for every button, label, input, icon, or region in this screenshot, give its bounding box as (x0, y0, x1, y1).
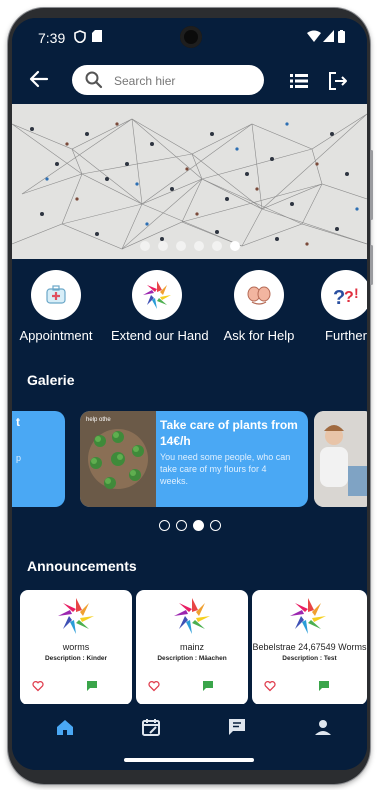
nav-profile[interactable] (312, 716, 334, 738)
gallery-card[interactable]: help othe Take care of plants from 14€/h… (80, 411, 308, 507)
chat-icon[interactable] (202, 680, 214, 692)
announcement-card[interactable]: Bebelstrae 24,67549 Worms Description : … (252, 590, 367, 705)
home-icon (57, 720, 73, 735)
signal-icon (323, 30, 334, 45)
svg-text:!: ! (354, 285, 359, 301)
announcement-description: Description : Test (282, 655, 337, 662)
medical-kit-icon (31, 270, 81, 320)
plants-hands-image: help othe (80, 411, 156, 507)
banner-dot[interactable] (139, 241, 150, 251)
banner-dot[interactable] (193, 241, 204, 251)
app-bar (12, 58, 367, 104)
community-hands-icon (174, 598, 210, 634)
quick-action-further[interactable]: ??! Further (300, 270, 367, 343)
community-hands-icon (290, 598, 326, 634)
volume-button (370, 245, 373, 285)
announcement-description: Description : Kinder (44, 655, 108, 662)
gallery-card[interactable]: t p (12, 411, 65, 507)
gallery-card-title: t (16, 415, 20, 429)
sd-card-icon (92, 30, 102, 45)
heart-icon[interactable] (148, 680, 160, 692)
gallery-card-title: Take care of plants from 14€/h (160, 418, 298, 448)
power-button (370, 150, 373, 220)
message-icon (229, 719, 245, 735)
crowd-network-image (12, 104, 367, 259)
announcements-title: Announcements (27, 558, 137, 574)
gallery-pagination (12, 518, 367, 536)
chat-icon[interactable] (86, 680, 98, 692)
quick-action-label: Further (325, 328, 367, 343)
gallery-dot[interactable] (175, 520, 187, 531)
svg-text:?: ? (344, 289, 354, 306)
bottom-navigation (12, 704, 367, 750)
nav-calendar[interactable] (140, 716, 162, 738)
search-icon (84, 70, 104, 90)
community-hands-icon (58, 598, 94, 634)
shield-icon (74, 30, 86, 46)
hero-banner[interactable] (12, 104, 367, 259)
announcement-name: Bebelstrae 24,67549 Worms (252, 642, 367, 652)
announcement-card[interactable]: worms Description : Kinder (20, 590, 132, 705)
front-camera (180, 26, 202, 48)
search-bar[interactable] (72, 65, 264, 95)
nav-home[interactable] (54, 716, 76, 738)
quick-actions: Appointment Extend our Hand Ask for Help (12, 270, 367, 350)
logout-button[interactable] (327, 70, 349, 92)
svg-text:help othe: help othe (86, 417, 111, 423)
calendar-edit-icon (142, 719, 160, 736)
list-view-button[interactable] (288, 70, 310, 92)
quick-action-label: Extend our Hand (111, 328, 209, 343)
quick-action-extend-hand[interactable]: Extend our Hand (111, 270, 209, 343)
community-hands-icon (132, 270, 182, 320)
announcement-name: mainz (179, 642, 204, 652)
gallery-dot-active[interactable] (192, 520, 204, 531)
home-indicator[interactable] (124, 758, 254, 762)
gesture-bar (12, 750, 367, 770)
doctor-patient-image (314, 411, 367, 507)
back-button[interactable] (26, 68, 52, 94)
announcement-description: Description : Mäachen (157, 655, 227, 662)
gallery-card[interactable] (314, 411, 367, 507)
battery-icon (338, 30, 345, 46)
gallery-dot[interactable] (158, 520, 170, 531)
banner-dot[interactable] (175, 241, 186, 251)
chat-icon[interactable] (318, 680, 330, 692)
quick-action-appointment[interactable]: Appointment (12, 270, 102, 343)
status-bar: 7:39 (12, 18, 367, 58)
person-icon (315, 720, 331, 735)
quick-action-label: Appointment (19, 328, 93, 343)
helping-hands-icon (234, 270, 284, 320)
heart-icon[interactable] (264, 680, 276, 692)
screen: 7:39 Search hier Appointment Extend our … (12, 18, 367, 770)
gallery-title: Galerie (27, 372, 75, 388)
logout-icon (329, 72, 347, 90)
announcement-card[interactable]: mainz Description : Mäachen (136, 590, 248, 705)
question-marks-icon: ??! (321, 270, 367, 320)
banner-pagination (12, 238, 367, 252)
banner-dot[interactable] (157, 241, 168, 251)
banner-dot-active[interactable] (229, 241, 240, 251)
status-time: 7:39 (38, 30, 66, 46)
quick-action-label: Ask for Help (223, 328, 295, 343)
arrow-left-icon (29, 70, 49, 88)
quick-action-ask-help[interactable]: Ask for Help (213, 270, 305, 343)
search-input[interactable] (112, 71, 256, 91)
banner-dot[interactable] (211, 241, 222, 251)
nav-messages[interactable] (226, 716, 248, 738)
wifi-icon (307, 30, 321, 45)
announcement-name: worms (62, 642, 90, 652)
gallery-dot[interactable] (209, 520, 221, 531)
gallery-card-desc: p (16, 453, 22, 463)
gallery-card-desc: You need some people, who can take care … (160, 452, 291, 486)
gallery-carousel[interactable]: t p help othe Take care of plants from 1… (12, 411, 367, 507)
list-icon (290, 74, 308, 88)
heart-icon[interactable] (32, 680, 44, 692)
